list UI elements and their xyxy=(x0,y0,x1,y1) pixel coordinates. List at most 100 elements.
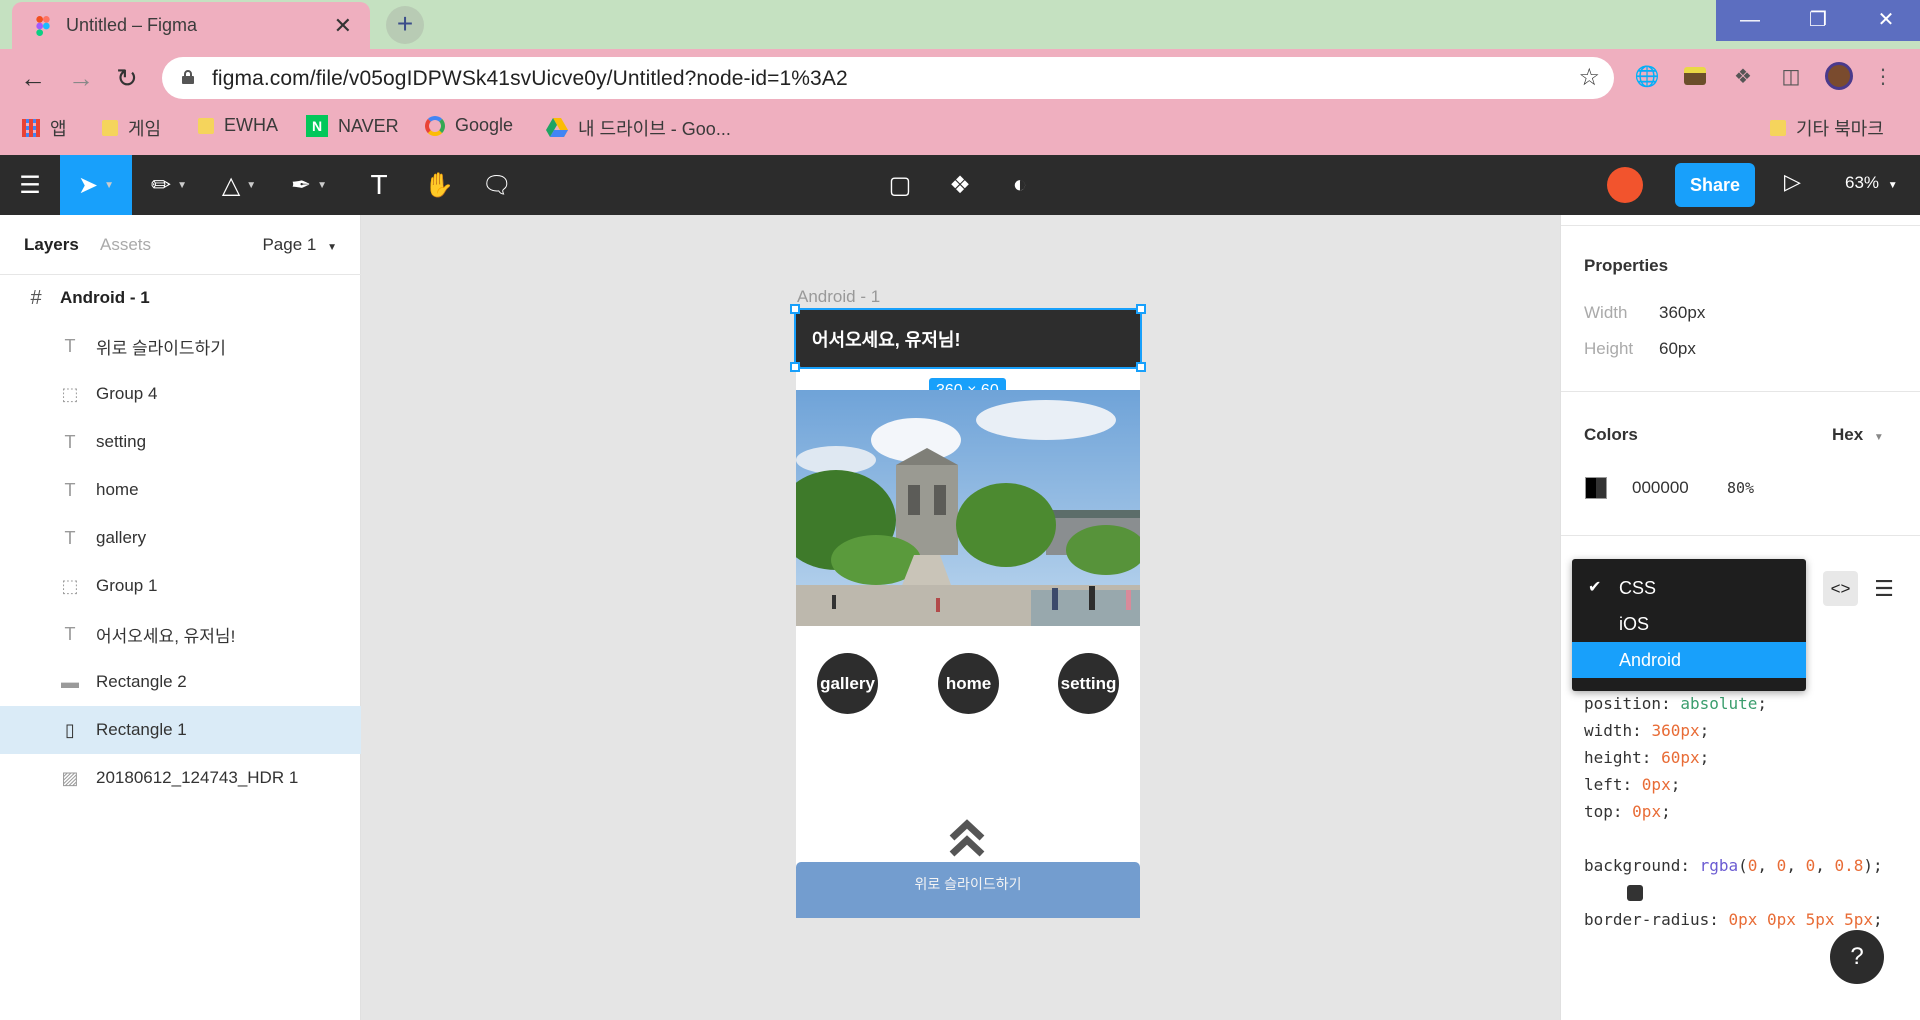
code-language-menu: ✔ CSS iOS Android xyxy=(1572,559,1806,691)
close-tab-icon[interactable]: ✕ xyxy=(334,13,352,39)
main-menu-icon[interactable]: ☰ xyxy=(0,155,60,215)
bookmark-apps[interactable]: 앱 xyxy=(22,115,67,141)
properties-title: Properties xyxy=(1584,256,1669,275)
layer-android-1[interactable]: # Android - 1 xyxy=(0,274,361,322)
layer-welcome-text[interactable]: T 어서오세요, 유저님! xyxy=(0,610,361,658)
tab-assets[interactable]: Assets xyxy=(100,235,151,255)
chevron-down-icon: ▼ xyxy=(327,242,337,253)
puzzle-extensions-icon[interactable]: ❖ xyxy=(1728,61,1758,91)
menu-item-css[interactable]: ✔ CSS xyxy=(1572,570,1806,606)
folder-icon xyxy=(1770,120,1786,136)
panel-tabs: Layers Assets Page 1 ▼ xyxy=(0,215,361,275)
back-arrow-icon[interactable]: ← xyxy=(20,63,46,94)
resize-handle[interactable] xyxy=(1136,304,1146,314)
layer-gallery[interactable]: T gallery xyxy=(0,514,361,562)
hand-icon: ✋ xyxy=(424,171,454,199)
present-play-icon[interactable]: ▷ xyxy=(1784,169,1801,195)
new-tab-button[interactable]: + xyxy=(386,6,424,44)
bookmark-google[interactable]: Google xyxy=(425,115,513,136)
move-tool-button[interactable]: ➤ ▼ xyxy=(60,155,132,215)
menu-item-android[interactable]: Android xyxy=(1572,642,1806,678)
list-view-toggle-icon[interactable]: ☰ xyxy=(1869,571,1899,606)
component-icon: ❖ xyxy=(949,171,971,199)
code-line-left: left: 0px; xyxy=(1584,775,1681,794)
setting-button[interactable]: setting xyxy=(1058,653,1119,714)
text-tool-icon: T xyxy=(370,169,388,200)
text-icon: T xyxy=(64,623,76,644)
restore-button[interactable]: ❐ xyxy=(1784,0,1852,41)
resize-handle[interactable] xyxy=(1136,362,1146,372)
code-line-border-radius: border-radius: 0px 0px 5px 5px; xyxy=(1584,910,1883,929)
layer-rectangle-2[interactable]: ▬ Rectangle 2 xyxy=(0,658,361,706)
bookmark-google-drive[interactable]: 내 드라이브 - Goo... xyxy=(546,115,731,141)
pen-tool-button[interactable]: ✒ ▼ xyxy=(276,155,342,215)
color-format-dropdown[interactable]: Hex ▼ xyxy=(1832,425,1884,445)
figma-favicon-icon xyxy=(36,16,50,36)
other-bookmarks[interactable]: 기타 북마크 xyxy=(1770,115,1884,141)
triangle-shape-icon: △ xyxy=(221,171,241,199)
divider xyxy=(1561,535,1920,536)
frame-label[interactable]: Android - 1 xyxy=(797,287,880,307)
rectangle-icon: ▯ xyxy=(65,719,75,740)
browser-menu-icon[interactable]: ⋮ xyxy=(1868,61,1898,91)
bookmark-naver[interactable]: N NAVER xyxy=(306,115,399,137)
slide-up-bar[interactable]: 위로 슬라이드하기 xyxy=(796,862,1140,918)
zoom-dropdown[interactable]: 63% ▼ xyxy=(1845,173,1898,193)
user-avatar[interactable] xyxy=(1607,167,1643,203)
comment-tool-button[interactable]: 🗨 xyxy=(472,155,522,215)
bookmark-ewha-folder[interactable]: EWHA xyxy=(198,115,278,136)
home-button[interactable]: home xyxy=(938,653,999,714)
frame-tool-button[interactable]: ✏ ▼ xyxy=(136,155,202,215)
reload-icon[interactable]: ↻ xyxy=(116,63,138,94)
height-value: 60px xyxy=(1659,339,1696,358)
component-button[interactable]: ❖ xyxy=(936,155,984,215)
shape-tool-button[interactable]: △ ▼ xyxy=(206,155,272,215)
menu-item-ios[interactable]: iOS xyxy=(1572,606,1806,642)
mask-button[interactable]: ◐ xyxy=(996,155,1044,215)
hand-tool-button[interactable]: ✋ xyxy=(414,155,464,215)
share-button[interactable]: Share xyxy=(1675,163,1755,207)
layer-group-4[interactable]: ⬚ Group 4 xyxy=(0,370,361,418)
browser-tab[interactable]: Untitled – Figma ✕ xyxy=(12,2,370,49)
resize-handle[interactable] xyxy=(790,362,800,372)
help-button[interactable]: ? xyxy=(1830,930,1884,984)
campus-photo[interactable] xyxy=(796,390,1140,626)
gallery-button[interactable]: gallery xyxy=(817,653,878,714)
naver-icon: N xyxy=(306,115,328,137)
color-swatch xyxy=(1585,477,1607,499)
profile-avatar-icon[interactable] xyxy=(1824,61,1854,91)
design-canvas[interactable]: Android - 1 어서오세요, 유저님! 360 × 60 xyxy=(361,215,1560,1020)
layer-slide-up-text[interactable]: T 위로 슬라이드하기 xyxy=(0,322,361,370)
folder-icon xyxy=(102,120,118,136)
browser-tabstrip: Untitled – Figma ✕ + — ❐ ✕ xyxy=(0,0,1920,49)
code-view-toggle-icon[interactable]: <> xyxy=(1823,571,1858,606)
layer-photo[interactable]: ▨ 20180612_124743_HDR 1 xyxy=(0,754,361,802)
bookmarks-bar: 앱 게임 EWHA N NAVER Google 내 드라이브 - Goo... xyxy=(0,107,1920,147)
close-window-button[interactable]: ✕ xyxy=(1852,0,1920,41)
forward-arrow-icon[interactable]: → xyxy=(68,63,94,94)
bookmark-game-folder[interactable]: 게임 xyxy=(102,115,161,141)
text-icon: T xyxy=(64,335,76,356)
address-bar[interactable]: figma.com/file/v05ogIDPWSk41svUicve0y/Un… xyxy=(162,57,1614,99)
tab-layers[interactable]: Layers xyxy=(24,235,79,255)
extension-badge-icon[interactable] xyxy=(1680,61,1710,91)
cast-icon[interactable]: ◫ xyxy=(1776,61,1806,91)
color-hex-value[interactable]: 000000 xyxy=(1632,478,1689,498)
resize-handle[interactable] xyxy=(790,304,800,314)
frame-selection-button[interactable]: ▢ xyxy=(876,155,924,215)
minimize-button[interactable]: — xyxy=(1716,0,1784,41)
code-line-width: width: 360px; xyxy=(1584,721,1710,740)
code-color-chip xyxy=(1627,885,1643,901)
layer-group-1[interactable]: ⬚ Group 1 xyxy=(0,562,361,610)
chevron-down-icon: ▼ xyxy=(1873,432,1884,443)
slide-up-text: 위로 슬라이드하기 xyxy=(914,876,1022,892)
bookmark-star-icon[interactable]: ☆ xyxy=(1578,63,1600,92)
layer-setting[interactable]: T setting xyxy=(0,418,361,466)
android-frame[interactable]: 어서오세요, 유저님! 360 × 60 xyxy=(790,304,1146,918)
page-selector[interactable]: Page 1 ▼ xyxy=(262,235,337,255)
layer-home[interactable]: T home xyxy=(0,466,361,514)
globe-extension-icon[interactable]: 🌐 xyxy=(1632,61,1662,91)
text-icon: T xyxy=(64,527,76,548)
text-tool-button[interactable]: T xyxy=(354,155,404,215)
layer-rectangle-1[interactable]: ▯ Rectangle 1 xyxy=(0,706,361,754)
